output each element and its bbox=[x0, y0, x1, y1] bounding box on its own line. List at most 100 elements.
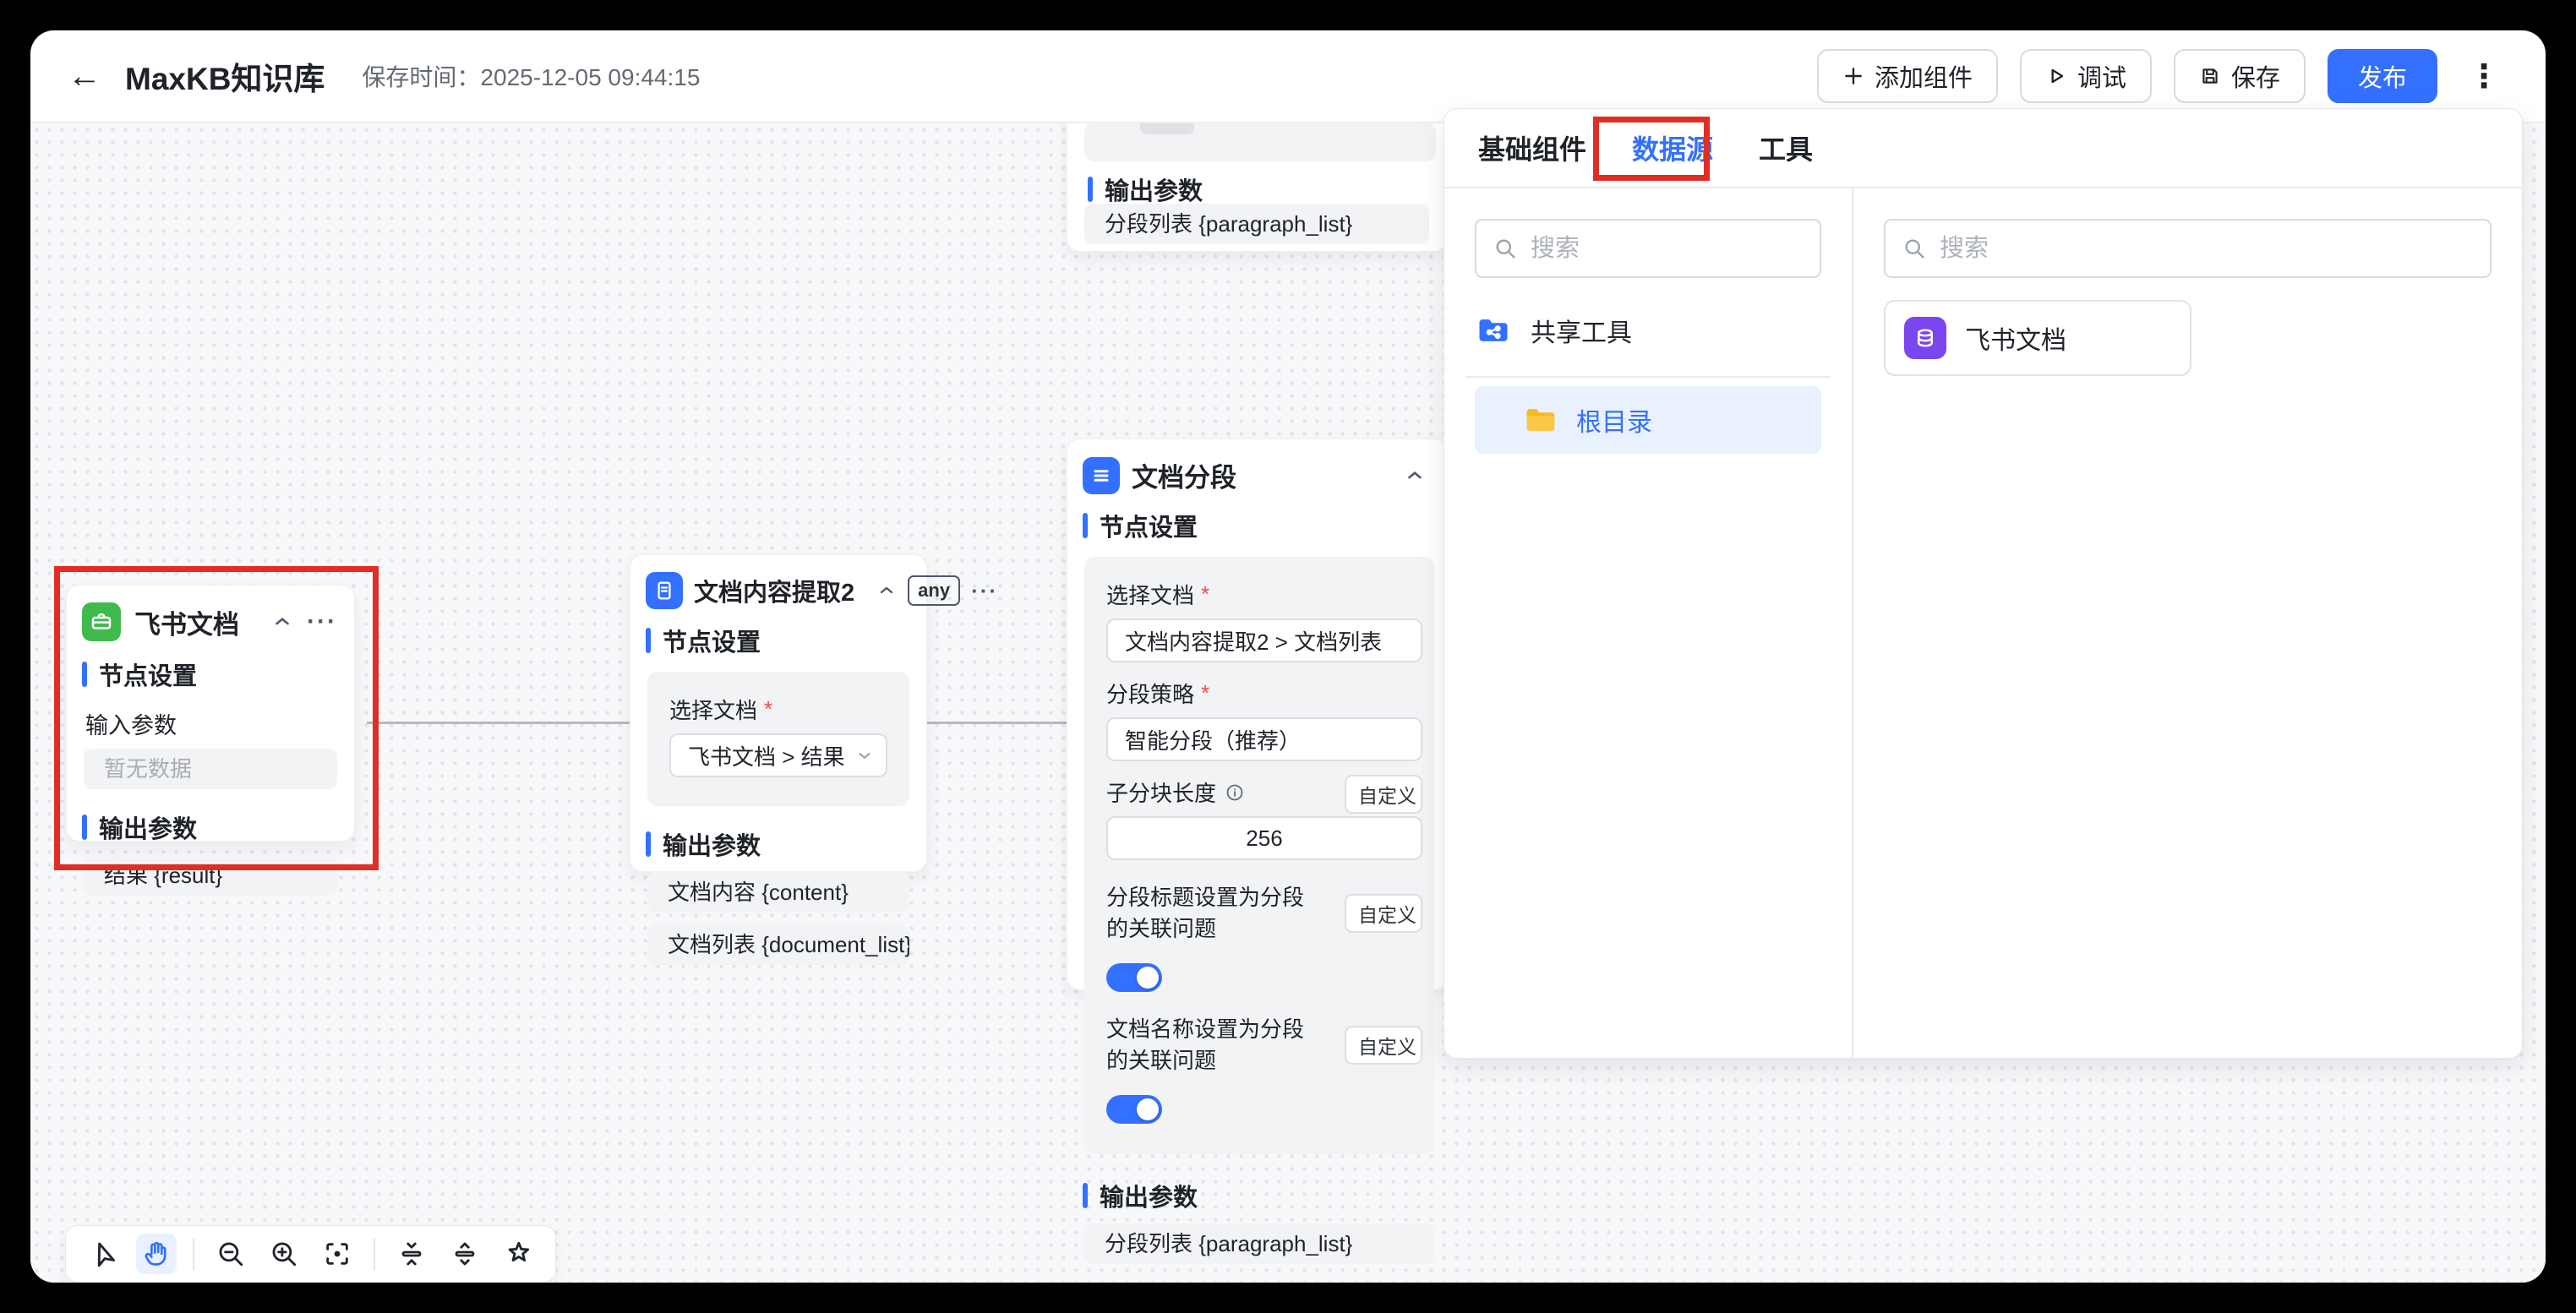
split-form-section: 选择文档* 文档内容提取2 > 文档列表 分段策略* 智能分段（推荐） 子分块长… bbox=[1084, 557, 1434, 1154]
custom-badge[interactable]: 自定义 bbox=[1345, 775, 1422, 814]
required-star: * bbox=[764, 696, 772, 722]
compress-vertical-tool[interactable] bbox=[391, 1234, 432, 1274]
shared-tools-row[interactable]: 共享工具 bbox=[1475, 307, 1821, 354]
datasource-item-feishu[interactable]: 飞书文档 bbox=[1884, 300, 2191, 376]
more-menu-icon[interactable]: ⋮ bbox=[2459, 57, 2508, 95]
section-bar bbox=[82, 814, 87, 840]
canvas-toolbar bbox=[65, 1225, 556, 1283]
database-icon bbox=[1904, 317, 1946, 359]
output-section-label: 输出参数 bbox=[630, 820, 926, 869]
node-doc-split[interactable]: 文档分段 节点设置 选择文档* 文档内容提取2 > 文档列表 分段策略* bbox=[1067, 439, 1447, 990]
expand-vertical-tool[interactable] bbox=[445, 1234, 485, 1274]
debug-button[interactable]: 调试 bbox=[2020, 49, 2152, 103]
zoom-in-tool[interactable] bbox=[264, 1234, 304, 1274]
tab-tools[interactable]: 工具 bbox=[1759, 128, 1813, 167]
settings-section-label: 节点设置 bbox=[1067, 501, 1446, 550]
partial-form-section bbox=[1084, 123, 1436, 161]
panel-right-column: 飞书文档 bbox=[1853, 188, 2522, 1058]
feishu-tool-icon bbox=[82, 602, 121, 641]
section-bar bbox=[1088, 177, 1093, 202]
root-directory-label: 根目录 bbox=[1576, 401, 1652, 439]
settings-section-label: 节点设置 bbox=[630, 616, 926, 665]
section-bar bbox=[646, 628, 651, 653]
toggle2-label: 文档名称设置为分段的关联问题 bbox=[1084, 997, 1345, 1081]
output-section-label: 输出参数 bbox=[1067, 1171, 1446, 1220]
collapse-chevron-icon[interactable] bbox=[876, 580, 897, 601]
save-time-text: 保存时间：2025-12-05 09:44:15 bbox=[362, 59, 700, 93]
chunk-length-input[interactable]: 256 bbox=[1106, 816, 1422, 860]
partial-toggle[interactable] bbox=[1140, 123, 1194, 134]
play-icon bbox=[2045, 65, 2067, 87]
plus-icon bbox=[1842, 65, 1864, 87]
beautify-layout-tool[interactable] bbox=[498, 1234, 538, 1274]
edge-extract-split bbox=[927, 722, 1067, 724]
required-star: * bbox=[1201, 581, 1209, 607]
section-bar bbox=[1083, 1183, 1088, 1208]
select-pointer-tool[interactable] bbox=[83, 1234, 123, 1274]
node-menu-icon[interactable]: ··· bbox=[307, 607, 337, 636]
save-button[interactable]: 保存 bbox=[2174, 49, 2306, 103]
collapse-chevron-icon[interactable] bbox=[271, 611, 293, 633]
node-title: 文档分段 bbox=[1132, 456, 1236, 494]
tab-datasource[interactable]: 数据源 bbox=[1632, 128, 1713, 167]
collapse-chevron-icon[interactable] bbox=[1404, 465, 1426, 487]
toggle1-switch-on[interactable] bbox=[1106, 963, 1162, 992]
save-icon bbox=[2199, 65, 2221, 87]
search-input[interactable] bbox=[1529, 234, 1803, 264]
tab-basic-components[interactable]: 基础组件 bbox=[1478, 128, 1586, 167]
node-menu-icon[interactable]: ··· bbox=[971, 578, 998, 604]
zoom-out-tool[interactable] bbox=[210, 1234, 251, 1274]
select-doc-label: 选择文档* bbox=[1084, 564, 1434, 617]
node-title: 文档内容提取2 bbox=[694, 573, 854, 608]
search-input[interactable] bbox=[1938, 234, 2473, 264]
input-params-label: 输入参数 bbox=[67, 699, 354, 745]
section-bar bbox=[82, 662, 87, 687]
strategy-label: 分段策略* bbox=[1084, 662, 1434, 716]
fit-view-tool[interactable] bbox=[317, 1234, 357, 1274]
add-component-button[interactable]: 添加组件 bbox=[1817, 49, 1998, 103]
required-star: * bbox=[1201, 680, 1209, 706]
shared-tools-label: 共享工具 bbox=[1531, 312, 1632, 349]
section-bar bbox=[1083, 513, 1088, 538]
search-icon bbox=[1902, 237, 1926, 260]
select-doc-dropdown[interactable]: 飞书文档 > 结果 bbox=[669, 733, 887, 777]
input-empty-box: 暂无数据 bbox=[84, 749, 337, 789]
node-partial-top[interactable]: 输出参数 分段列表 {paragraph_list} bbox=[1067, 123, 1447, 252]
hand-pan-tool[interactable] bbox=[136, 1234, 177, 1274]
info-icon bbox=[1225, 782, 1245, 803]
custom-badge[interactable]: 自定义 bbox=[1345, 894, 1422, 933]
node-title: 飞书文档 bbox=[134, 603, 239, 641]
node-feishu-doc[interactable]: 飞书文档 ··· 节点设置 输入参数 暂无数据 输出参数 结果 {result} bbox=[66, 585, 355, 842]
select-doc-label: 选择文档* bbox=[647, 678, 909, 732]
app-window: 输出参数 分段列表 {paragraph_list} 飞书文档 bbox=[30, 30, 2546, 1283]
root-directory-row[interactable]: 根目录 bbox=[1475, 386, 1821, 454]
node-doc-extract[interactable]: 文档内容提取2 any ··· 节点设置 选择文档* 飞书文档 > 结果 bbox=[630, 554, 927, 872]
strategy-dropdown[interactable]: 智能分段（推荐） bbox=[1106, 717, 1422, 761]
panel-tabbar: 基础组件 数据源 工具 bbox=[1444, 109, 2522, 188]
custom-badge[interactable]: 自定义 bbox=[1345, 1026, 1422, 1065]
select-doc-dropdown[interactable]: 文档内容提取2 > 文档列表 bbox=[1106, 618, 1422, 662]
divider bbox=[374, 1238, 375, 1270]
output-section-label: 输出参数 bbox=[67, 803, 354, 852]
chunk-length-label: 子分块长度 bbox=[1084, 761, 1267, 814]
extract-form-section: 选择文档* 飞书文档 > 结果 bbox=[647, 672, 909, 806]
chevron-down-icon bbox=[855, 746, 874, 765]
output-param: 分段列表 {paragraph_list} bbox=[1084, 1223, 1434, 1264]
output-param: 分段列表 {paragraph_list} bbox=[1084, 204, 1429, 244]
doc-split-icon bbox=[1083, 457, 1120, 494]
shared-folder-icon bbox=[1475, 312, 1512, 349]
any-type-badge[interactable]: any bbox=[908, 575, 960, 606]
settings-section-label: 节点设置 bbox=[67, 650, 354, 699]
page-title: MaxKB知识库 bbox=[125, 53, 325, 99]
item-search[interactable] bbox=[1884, 219, 2491, 278]
datasource-search[interactable] bbox=[1475, 219, 1821, 278]
doc-extract-icon bbox=[646, 572, 683, 609]
toggle2-switch-on[interactable] bbox=[1106, 1095, 1162, 1124]
search-icon bbox=[1493, 237, 1517, 260]
output-param: 文档内容 {content} bbox=[647, 872, 909, 913]
datasource-item-label: 飞书文档 bbox=[1965, 319, 2066, 357]
publish-button[interactable]: 发布 bbox=[2328, 49, 2437, 103]
back-arrow-icon[interactable]: ← bbox=[68, 59, 101, 93]
output-param: 结果 {result} bbox=[84, 855, 337, 896]
panel-left-column: 共享工具 根目录 bbox=[1444, 188, 1853, 1058]
